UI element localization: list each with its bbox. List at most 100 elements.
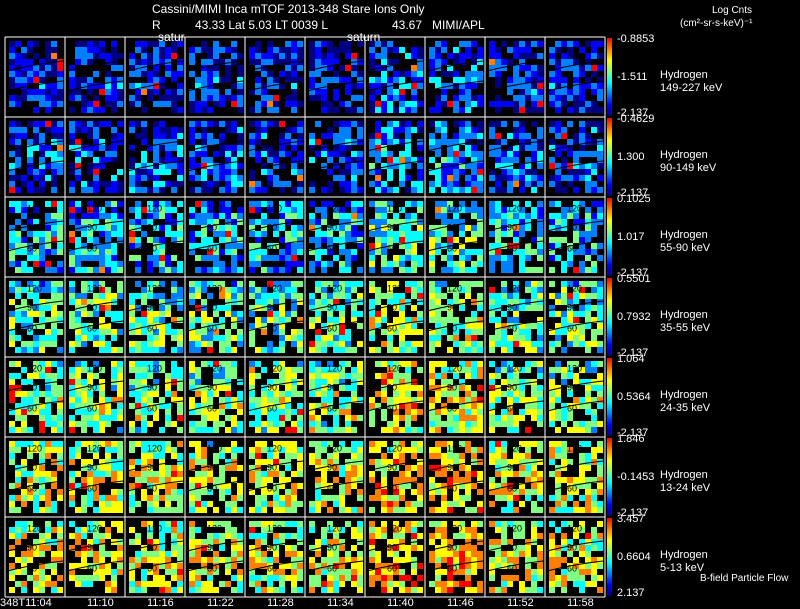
data-cell (555, 507, 561, 513)
data-cell (417, 465, 423, 471)
data-cell (495, 293, 501, 299)
data-cell (45, 545, 51, 551)
data-cell (255, 157, 261, 163)
data-cell (195, 133, 201, 139)
data-cell (15, 157, 21, 163)
data-cell (369, 59, 375, 65)
data-cell (579, 267, 585, 273)
data-cell (501, 507, 507, 513)
data-cell (165, 311, 171, 317)
data-cell (105, 287, 111, 293)
data-cell (345, 329, 351, 335)
data-cell (537, 77, 543, 83)
data-cell (105, 347, 111, 353)
data-cell (387, 335, 393, 341)
data-cell (105, 231, 111, 237)
data-cell (429, 243, 435, 249)
data-cell (561, 453, 567, 459)
data-cell (441, 421, 447, 427)
data-cell (537, 163, 543, 169)
data-cell (585, 163, 591, 169)
data-cell (309, 213, 315, 219)
data-cell (51, 569, 57, 575)
data-cell (93, 101, 99, 107)
data-cell (495, 335, 501, 341)
data-cell (189, 341, 195, 347)
data-cell (261, 317, 267, 323)
data-cell (237, 83, 243, 89)
data-cell (111, 347, 117, 353)
data-cell (255, 151, 261, 157)
data-cell (75, 89, 81, 95)
data-cell (93, 293, 99, 299)
data-cell (507, 169, 513, 175)
data-cell (489, 317, 495, 323)
data-cell (465, 341, 471, 347)
data-cell (273, 121, 279, 127)
data-cell (327, 107, 333, 113)
data-cell (531, 403, 537, 409)
data-cell (117, 427, 123, 433)
data-cell (159, 101, 165, 107)
data-cell (393, 71, 399, 77)
data-cell (327, 237, 333, 243)
data-cell (225, 329, 231, 335)
data-cell (159, 341, 165, 347)
data-cell (75, 121, 81, 127)
data-cell (315, 329, 321, 335)
data-cell (159, 145, 165, 151)
data-cell (237, 163, 243, 169)
data-cell (555, 41, 561, 47)
data-cell (291, 71, 297, 77)
data-cell (489, 213, 495, 219)
data-cell (315, 237, 321, 243)
data-cell (573, 95, 579, 101)
data-cell (495, 495, 501, 501)
data-cell (201, 163, 207, 169)
data-cell (249, 477, 255, 483)
data-cell (177, 145, 183, 151)
data-cell (477, 427, 483, 433)
data-cell (555, 495, 561, 501)
data-cell (429, 281, 435, 287)
data-cell (291, 249, 297, 255)
data-cell (27, 267, 33, 273)
data-cell (417, 427, 423, 433)
data-cell (399, 267, 405, 273)
data-cell (435, 373, 441, 379)
data-cell (177, 175, 183, 181)
data-cell (165, 163, 171, 169)
data-cell (249, 379, 255, 385)
data-cell (141, 341, 147, 347)
data-cell (501, 335, 507, 341)
data-cell (39, 335, 45, 341)
data-cell (417, 293, 423, 299)
data-cell (147, 373, 153, 379)
data-cell (291, 391, 297, 397)
data-cell (345, 107, 351, 113)
data-cell (459, 453, 465, 459)
data-cell (141, 477, 147, 483)
data-cell (291, 489, 297, 495)
data-cell (99, 107, 105, 113)
data-cell (237, 151, 243, 157)
data-cell (273, 267, 279, 273)
data-cell (21, 421, 27, 427)
data-cell (159, 495, 165, 501)
data-cell (351, 415, 357, 421)
data-cell (33, 335, 39, 341)
data-cell (153, 347, 159, 353)
data-cell (153, 121, 159, 127)
data-cell (531, 175, 537, 181)
data-cell (111, 373, 117, 379)
data-cell (165, 409, 171, 415)
data-cell (117, 361, 123, 367)
data-cell (339, 347, 345, 353)
data-cell (495, 367, 501, 373)
data-cell (435, 207, 441, 213)
data-cell (255, 317, 261, 323)
data-cell (99, 427, 105, 433)
data-cell (291, 213, 297, 219)
data-cell (417, 71, 423, 77)
data-cell (147, 347, 153, 353)
